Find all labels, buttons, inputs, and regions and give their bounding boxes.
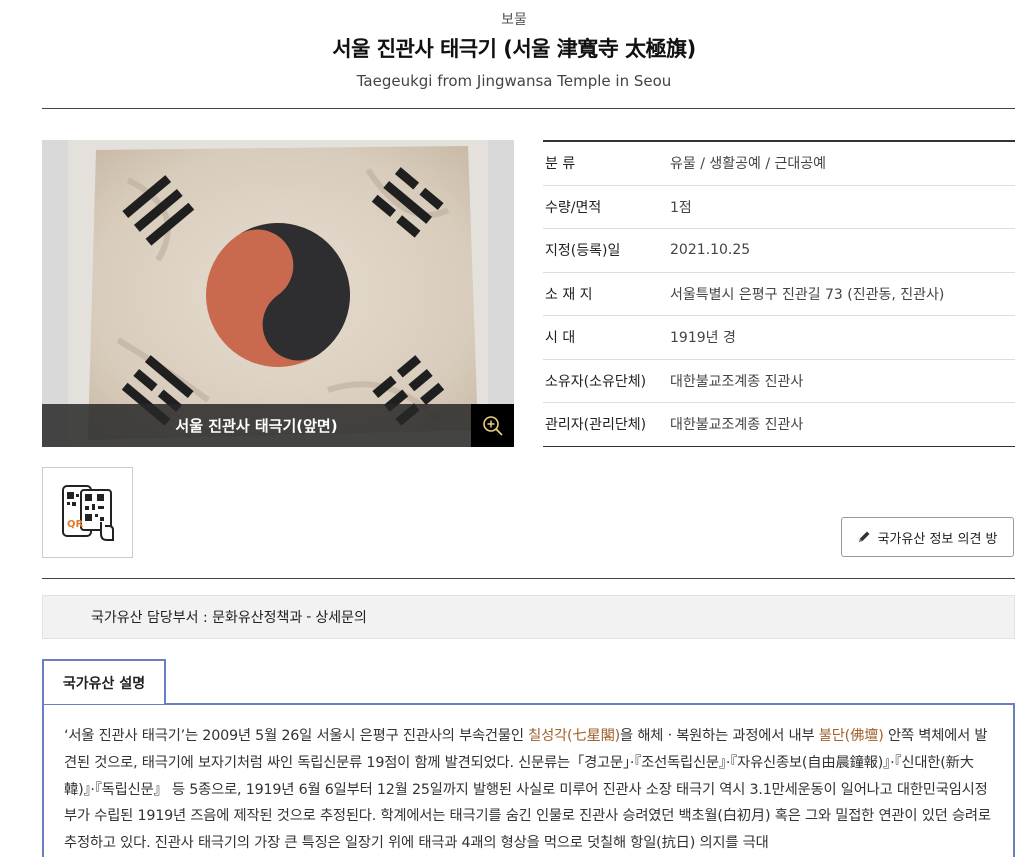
taegeukgi-flag-image — [68, 140, 488, 447]
info-label: 소유자(소유단체) — [545, 373, 647, 390]
info-row-designation-date: 지정(등록)일 2021.10.25 — [543, 229, 1015, 273]
zoom-in-icon — [482, 415, 503, 436]
heritage-image-viewer[interactable]: 서울 진관사 태극기(앞면) — [42, 140, 514, 447]
info-value: 1919년 경 — [670, 330, 736, 347]
info-row-quantity: 수량/면적 1점 — [543, 186, 1015, 229]
page-subtitle: Taegeukgi from Jingwansa Temple in Seou — [356, 72, 672, 90]
department-info: 국가유산 담당부서 : 문화유산정책과 - 상세문의 — [42, 595, 1015, 639]
department-text: 국가유산 담당부서 : 문화유산정책과 — [91, 610, 303, 626]
qr-label: QR — [67, 519, 84, 530]
page-title: 서울 진관사 태극기 (서울 津寬寺 太極旗) — [332, 37, 696, 61]
info-value: 2021.10.25 — [670, 242, 751, 259]
info-label: 관리자(관리단체) — [545, 417, 647, 434]
image-caption: 서울 진관사 태극기(앞면) — [42, 404, 471, 447]
info-value: 유물 / 생활공예 / 근대공예 — [670, 156, 827, 173]
tab-heritage-description[interactable]: 국가유산 설명 — [42, 659, 166, 704]
highlight-term-chilseonggak[interactable]: 칠성각(七星閣) — [528, 728, 620, 744]
info-row-classification: 분 류 유물 / 생활공예 / 근대공예 — [543, 142, 1015, 186]
info-label: 분 류 — [545, 156, 576, 173]
heritage-opinion-button[interactable]: 국가유산 정보 의견 방 — [841, 517, 1014, 557]
divider — [42, 578, 1015, 579]
info-value: 대한불교조계종 진관사 — [670, 417, 804, 434]
pencil-icon — [859, 531, 870, 542]
info-label: 소 재 지 — [545, 286, 593, 303]
info-value: 서울특별시 은평구 진관길 73 (진관동, 진관사) — [670, 286, 945, 303]
info-value: 1점 — [670, 199, 692, 216]
heritage-description: ‘서울 진관사 태극기’는 2009년 5월 26일 서울시 은평구 진관사의 … — [42, 703, 1015, 857]
highlight-term-buldan[interactable]: 불단(佛壇) — [819, 728, 884, 744]
info-label: 지정(등록)일 — [545, 243, 621, 260]
description-text: ‘서울 진관사 태극기’는 2009년 5월 26일 서울시 은평구 진관사의 … — [64, 728, 529, 744]
opinion-button-label: 국가유산 정보 의견 방 — [877, 531, 998, 547]
info-row-owner: 소유자(소유단체) 대한불교조계종 진관사 — [543, 360, 1015, 403]
info-label: 시 대 — [545, 330, 576, 347]
info-row-manager: 관리자(관리단체) 대한불교조계종 진관사 — [543, 403, 1015, 447]
heritage-category: 보물 — [501, 12, 527, 28]
divider — [42, 108, 1015, 109]
info-value: 대한불교조계종 진관사 — [670, 373, 804, 390]
heritage-info-table: 분 류 유물 / 생활공예 / 근대공예 수량/면적 1점 지정(등록)일 20… — [543, 140, 1015, 447]
info-row-location: 소 재 지 서울특별시 은평구 진관길 73 (진관동, 진관사) — [543, 273, 1015, 316]
zoom-in-button[interactable] — [471, 404, 514, 447]
qr-code-button[interactable]: QR — [42, 467, 133, 558]
description-text: 안쪽 벽체에서 발견된 것으로, 태극기에 보자기처럼 싸인 독립신문류 19점… — [64, 728, 991, 852]
info-label: 수량/면적 — [545, 199, 602, 216]
separator: - — [306, 609, 312, 625]
description-text: 을 해체ㆍ복원하는 과정에서 내부 — [620, 728, 819, 744]
qr-mobile-icon: QR — [61, 484, 114, 541]
detail-inquiry-link[interactable]: 상세문의 — [315, 607, 367, 627]
info-row-era: 시 대 1919년 경 — [543, 316, 1015, 360]
